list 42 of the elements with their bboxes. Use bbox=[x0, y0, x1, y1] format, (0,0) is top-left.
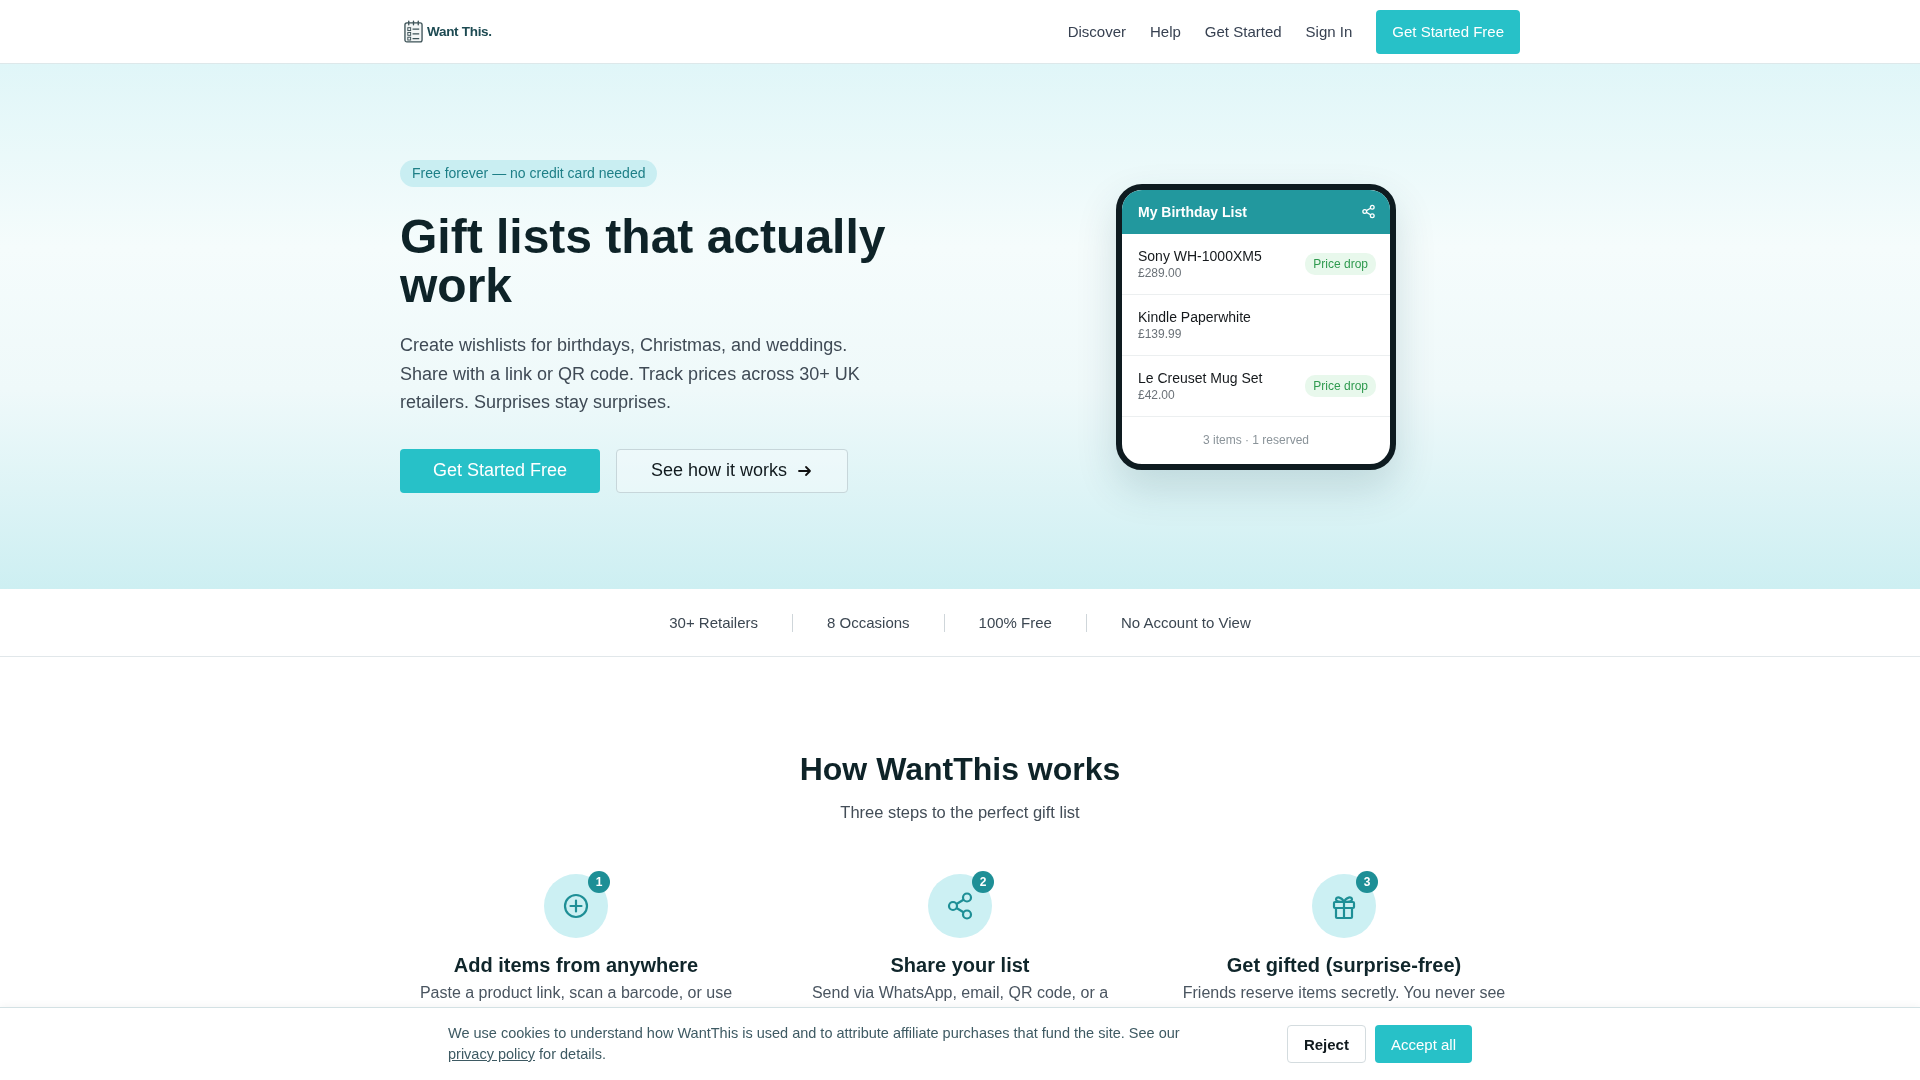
item-name: Sony WH-1000XM5 bbox=[1138, 247, 1262, 264]
stat-label: 30+ Retailers bbox=[668, 614, 760, 631]
step-title: Add items from anywhere bbox=[453, 953, 699, 978]
stat-label: No Account to View bbox=[1119, 614, 1252, 631]
step-title: Get gifted (surprise-free) bbox=[1226, 953, 1462, 978]
stat-label: 100% Free bbox=[977, 614, 1053, 631]
hero-title: Gift lists that actually work bbox=[400, 212, 887, 311]
share-icon bbox=[928, 874, 992, 938]
nav-link[interactable]: Sign In bbox=[1305, 23, 1353, 40]
plus-circle-icon bbox=[544, 874, 608, 938]
item-price: £42.00 bbox=[1138, 387, 1176, 402]
price-drop-badge: Price drop bbox=[1305, 374, 1376, 397]
step-description: Friends reserve items secretly. You never see bbox=[1182, 983, 1506, 1003]
item-price: £139.99 bbox=[1138, 326, 1183, 341]
nav-link[interactable]: Get Started bbox=[1204, 23, 1282, 40]
step-title: Share your list bbox=[890, 953, 1030, 978]
notepad-icon bbox=[404, 20, 423, 43]
item-name: Kindle Paperwhite bbox=[1138, 308, 1251, 325]
privacy-policy-link[interactable]: privacy policy bbox=[448, 1046, 536, 1062]
section-title: How WantThis works bbox=[799, 750, 1121, 789]
cookie-text: We use cookies to understand how WantThis is used and to attribute affiliate purchases that fund the site. See our privacy policy for details. bbox=[448, 1024, 1181, 1064]
item-price: £289.00 bbox=[1138, 265, 1183, 280]
step-number: 3 bbox=[1356, 871, 1378, 893]
how-it-works-button[interactable]: See how it works bbox=[616, 448, 849, 493]
price-drop-badge: Price drop bbox=[1305, 252, 1376, 275]
step-description: Send via WhatsApp, email, QR code, or a bbox=[811, 983, 1109, 1003]
section-subtitle: Three steps to the perfect gift list bbox=[840, 802, 1080, 823]
nav-link[interactable]: Help bbox=[1150, 23, 1181, 40]
nav-link[interactable]: Discover bbox=[1067, 23, 1126, 40]
promo-badge: Free forever — no credit card needed bbox=[400, 160, 658, 188]
list-summary: 3 items · 1 reserved bbox=[1202, 433, 1309, 447]
logo-text[interactable]: Want This. bbox=[427, 24, 492, 39]
step-number: 1 bbox=[588, 871, 610, 893]
share-icon[interactable] bbox=[1361, 204, 1376, 219]
item-name: Le Creuset Mug Set bbox=[1138, 369, 1263, 386]
step-description: Paste a product link, scan a barcode, or use bbox=[419, 983, 733, 1003]
hero-description: Create wishlists for birthdays, Christmas, and weddings. Share with a link or QR code. Track prices across 30+ UK retailers. Surprises stay surprises. bbox=[400, 334, 861, 415]
step-number: 2 bbox=[972, 871, 994, 893]
gift-icon bbox=[1312, 874, 1376, 938]
stat-label: 8 Occasions bbox=[826, 614, 911, 631]
list-title: My Birthday List bbox=[1138, 203, 1247, 220]
reject-button[interactable]: Reject bbox=[1286, 1025, 1366, 1063]
